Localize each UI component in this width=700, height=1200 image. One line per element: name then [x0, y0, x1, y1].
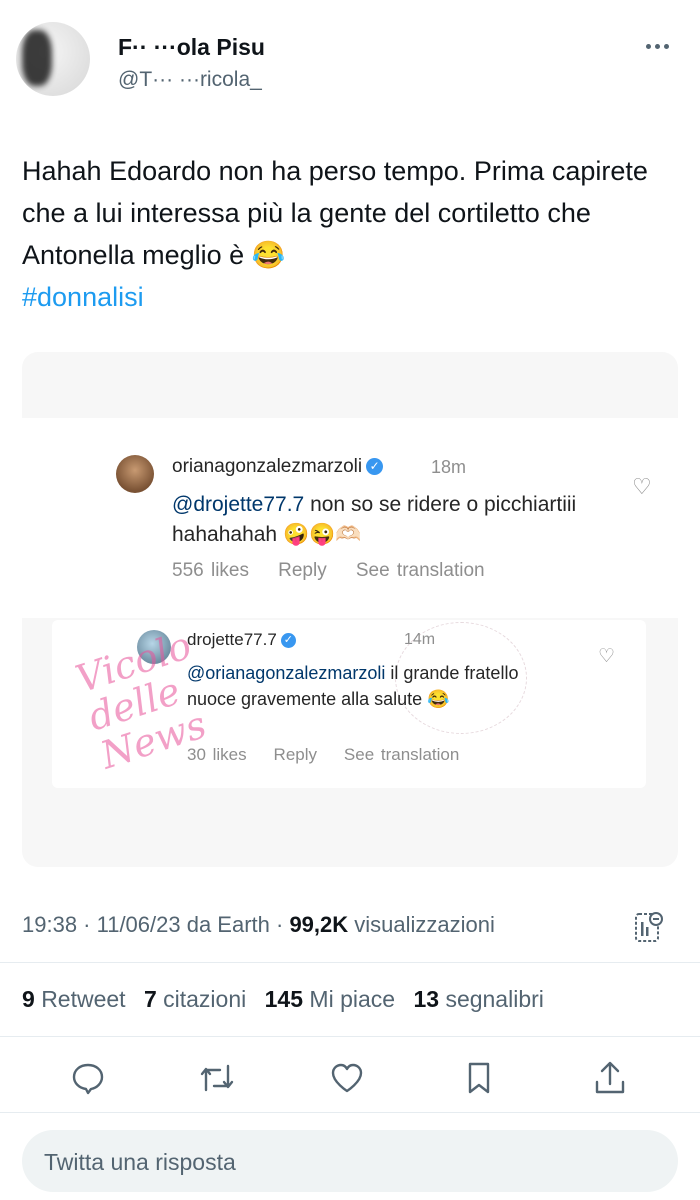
stat-likes[interactable]: 145 Mi piace	[265, 986, 395, 1012]
divider	[0, 962, 700, 963]
share-icon[interactable]	[590, 1058, 630, 1098]
tweet-body: Hahah Edoardo non ha perso tempo. Prima …	[22, 156, 648, 270]
comment-time-1: 18m	[431, 457, 467, 477]
comment-text-1: @drojette77.7 non so se ridere o picchia…	[172, 490, 592, 550]
comment-heart-icon-1: ♡	[632, 474, 652, 499]
divider	[0, 1036, 700, 1037]
engagement-stats: 9 Retweet 7 citazioni 145 Mi piace 13 se…	[22, 986, 556, 1013]
comment-mention-1: @drojette77.7	[172, 493, 305, 516]
view-count: 99,2K	[289, 912, 349, 937]
verified-icon: ✓	[280, 633, 296, 649]
more-icon[interactable]	[646, 36, 678, 56]
comment-meta-1: 556 likes Reply See translation	[172, 560, 485, 581]
retweet-icon[interactable]	[197, 1058, 237, 1098]
stat-retweets[interactable]: 9 Retweet	[22, 986, 126, 1012]
author-avatar[interactable]	[16, 22, 90, 96]
analytics-icon[interactable]	[634, 910, 664, 944]
hashtag-link[interactable]: #donnalisi	[22, 282, 144, 312]
bookmark-icon[interactable]	[459, 1058, 499, 1098]
verified-icon: ✓	[366, 458, 384, 476]
tweet-timestamp: 19:38 · 11/06/23 da Earth · 99,2K visual…	[22, 912, 495, 937]
divider	[0, 1112, 700, 1113]
heart-icon[interactable]	[327, 1058, 367, 1098]
reply-placeholder: Twitta una risposta	[44, 1149, 236, 1175]
author-handle[interactable]: @T··· ···ricola_	[118, 68, 262, 92]
commenter-username-1: orianagonzalezmarzoli ✓	[172, 456, 384, 478]
stat-bookmarks[interactable]: 13 segnalibri	[413, 986, 543, 1012]
reply-icon[interactable]	[68, 1058, 108, 1098]
comment-heart-icon-2: ♡	[598, 646, 616, 667]
tweet-text: Hahah Edoardo non ha perso tempo. Prima …	[22, 150, 662, 318]
commenter-avatar-1	[116, 455, 154, 493]
stat-quotes[interactable]: 7 citazioni	[144, 986, 246, 1012]
comment-time-2: 14m	[404, 631, 436, 648]
author-display-name[interactable]: F·· ···ola Pisu	[118, 34, 265, 61]
